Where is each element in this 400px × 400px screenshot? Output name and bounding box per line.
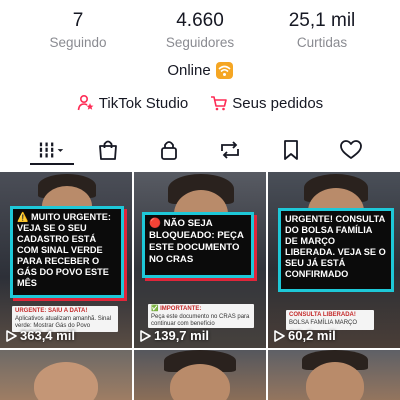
following-label: Seguindo bbox=[49, 35, 107, 50]
shopping-bag-icon bbox=[99, 140, 117, 160]
detail-title: URGENTE: SAIU A DATA! bbox=[15, 308, 88, 314]
detail-card: CONSULTA LIBERADA! BOLSA FAMÍLIA MARÇO bbox=[286, 310, 374, 330]
view-count: 139,7 mil bbox=[140, 328, 209, 343]
stat-followers[interactable]: 4.660 Seguidores bbox=[145, 8, 255, 54]
headline-text: ⚠️ MUITO URGENTE: VEJA SE O SEU CADASTRO… bbox=[17, 212, 111, 288]
orders-label: Seus pedidos bbox=[232, 94, 324, 112]
profile-links: TikTok Studio Seus pedidos bbox=[0, 94, 400, 112]
heart-icon bbox=[340, 140, 362, 159]
detail-title: CONSULTA LIBERADA! bbox=[289, 312, 356, 318]
tab-videos[interactable] bbox=[38, 136, 66, 164]
play-icon bbox=[274, 329, 285, 342]
detail-text: BOLSA FAMÍLIA MARÇO bbox=[289, 319, 358, 326]
likes-count: 25,1 mil bbox=[288, 10, 356, 31]
tiktok-studio-link[interactable]: TikTok Studio bbox=[77, 94, 188, 112]
video-thumbnail[interactable] bbox=[0, 350, 132, 400]
stat-likes[interactable]: 25,1 mil Curtidas bbox=[267, 8, 377, 54]
status-row[interactable]: Online bbox=[0, 62, 400, 79]
tab-shop[interactable] bbox=[94, 136, 122, 164]
stat-following[interactable]: 7 Seguindo bbox=[23, 8, 133, 54]
view-count: 60,2 mil bbox=[274, 328, 336, 343]
detail-card: ✅ IMPORTANTE: Peça este documento no CRA… bbox=[148, 304, 254, 328]
repost-icon bbox=[221, 141, 239, 159]
status-text: Online bbox=[167, 62, 211, 79]
video-thumbnail[interactable]: ⚠️ MUITO URGENTE: VEJA SE O SEU CADASTRO… bbox=[0, 172, 132, 348]
likes-label: Curtidas bbox=[296, 35, 348, 50]
tab-reposts[interactable] bbox=[216, 136, 244, 164]
play-icon bbox=[140, 329, 151, 342]
view-count-text: 60,2 mil bbox=[288, 328, 336, 343]
headline-card: URGENTE! CONSULTA DO BOLSA FAMÍLIA DE MA… bbox=[278, 208, 394, 292]
followers-count: 4.660 bbox=[176, 10, 224, 31]
tiktok-studio-label: TikTok Studio bbox=[98, 94, 189, 112]
following-count: 7 bbox=[72, 10, 84, 31]
tab-liked[interactable] bbox=[337, 136, 365, 164]
orders-link[interactable]: Seus pedidos bbox=[210, 94, 323, 112]
video-thumbnail[interactable] bbox=[268, 350, 400, 400]
wifi-icon bbox=[215, 62, 233, 79]
play-icon bbox=[6, 329, 17, 342]
tab-private[interactable] bbox=[155, 136, 183, 164]
followers-label: Seguidores bbox=[165, 35, 235, 50]
video-grid: ⚠️ MUITO URGENTE: VEJA SE O SEU CADASTRO… bbox=[0, 172, 400, 400]
headline-card: 🔴 NÃO SEJA BLOQUEADO: PEÇA ESTE DOCUMENT… bbox=[142, 212, 254, 278]
detail-text: Peça este documento no CRAS para continu… bbox=[151, 313, 250, 328]
detail-title: ✅ IMPORTANTE: bbox=[151, 306, 202, 312]
view-count-text: 139,7 mil bbox=[154, 328, 209, 343]
view-count-text: 363,4 mil bbox=[20, 328, 75, 343]
video-thumbnail[interactable]: URGENTE! CONSULTA DO BOLSA FAMÍLIA DE MA… bbox=[268, 172, 400, 348]
bookmark-icon bbox=[284, 140, 298, 160]
headline-card: ⚠️ MUITO URGENTE: VEJA SE O SEU CADASTRO… bbox=[10, 206, 124, 298]
headline-text: 🔴 NÃO SEJA BLOQUEADO: PEÇA ESTE DOCUMENT… bbox=[149, 218, 244, 265]
profile-stats: 7 Seguindo 4.660 Seguidores 25,1 mil Cur… bbox=[0, 8, 400, 54]
grid-dropdown-icon bbox=[38, 142, 64, 158]
headline-text: URGENTE! CONSULTA DO BOLSA FAMÍLIA DE MA… bbox=[285, 214, 386, 279]
active-tab-indicator bbox=[30, 163, 74, 165]
video-thumbnail[interactable]: 🔴 NÃO SEJA BLOQUEADO: PEÇA ESTE DOCUMENT… bbox=[134, 172, 266, 348]
person-star-icon bbox=[77, 94, 94, 111]
cart-icon bbox=[211, 96, 228, 111]
lock-icon bbox=[161, 141, 177, 160]
tab-favorites[interactable] bbox=[277, 136, 305, 164]
video-thumbnail[interactable] bbox=[134, 350, 266, 400]
detail-text: Aplicativos atualizam amanhã. Sinal verd… bbox=[15, 315, 112, 330]
view-count: 363,4 mil bbox=[6, 328, 75, 343]
